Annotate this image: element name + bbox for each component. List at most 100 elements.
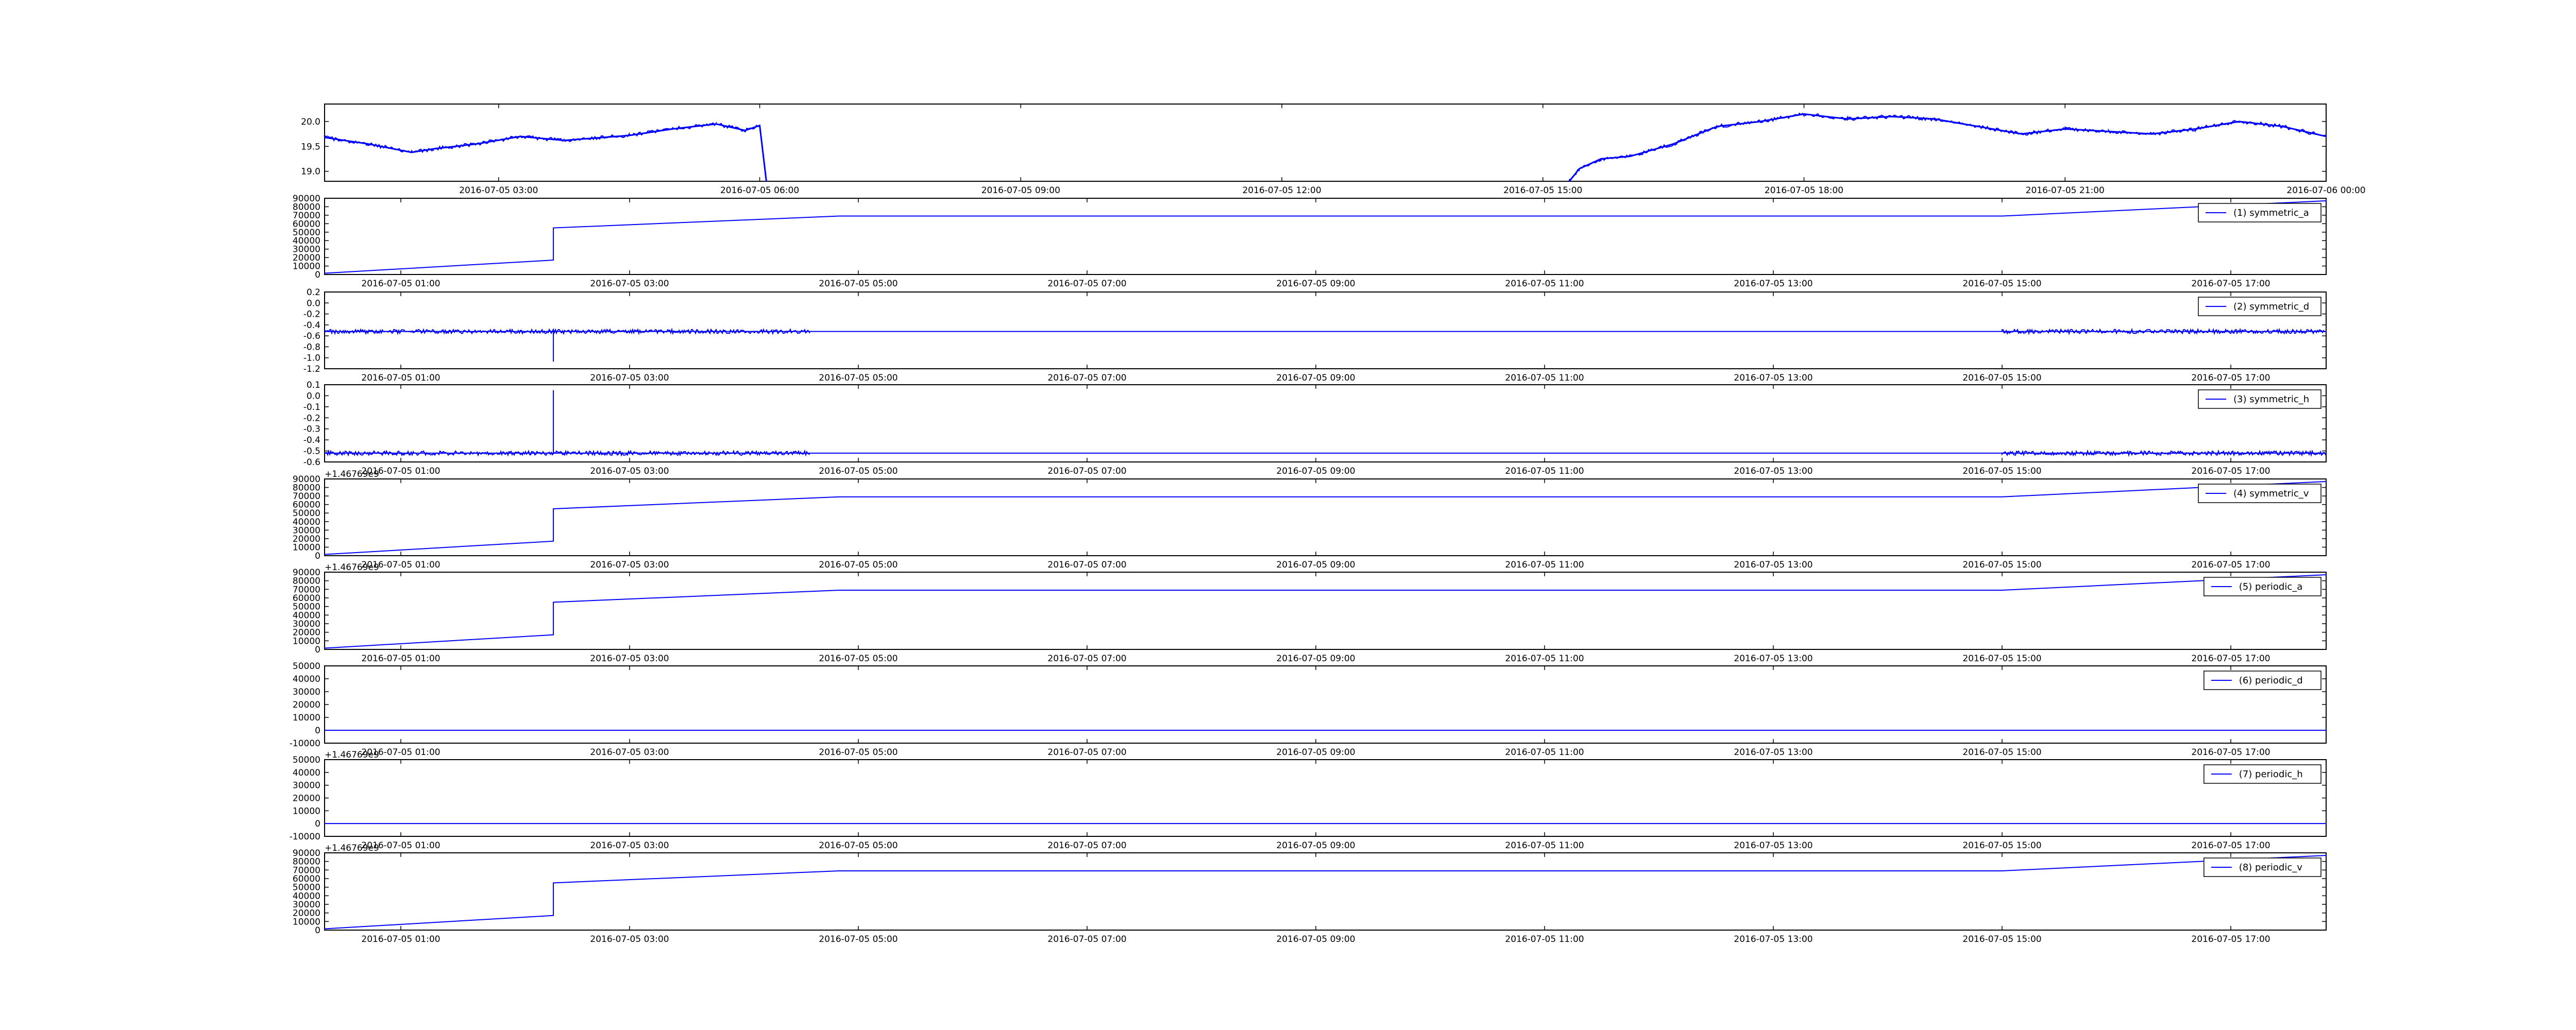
x-tick-label: 2016-07-05 06:00 — [720, 185, 799, 196]
x-tick-label: 2016-07-05 17:00 — [2191, 466, 2270, 476]
x-tick-label: 2016-07-05 07:00 — [1047, 279, 1126, 289]
x-tick-label: 2016-07-05 05:00 — [819, 654, 897, 664]
x-tick-label: 2016-07-05 09:00 — [1276, 373, 1355, 383]
x-tick-label: 2016-07-05 13:00 — [1734, 934, 1812, 945]
x-tick-label: 2016-07-05 03:00 — [590, 373, 669, 383]
axes-frame — [324, 665, 2327, 744]
x-tick-label: 2016-07-05 09:00 — [1276, 560, 1355, 570]
legend: (3) symmetric_h — [2198, 389, 2321, 409]
x-tick-label: 2016-07-05 05:00 — [819, 466, 897, 476]
x-tick-label: 2016-07-05 15:00 — [1962, 560, 2041, 570]
y-tick-label: 0 — [315, 819, 320, 829]
x-tick-label: 2016-07-05 03:00 — [590, 934, 669, 945]
x-tick-label: 2016-07-05 01:00 — [361, 373, 440, 383]
x-tick-label: 2016-07-05 09:00 — [1276, 279, 1355, 289]
x-tick-label: 2016-07-05 07:00 — [1047, 934, 1126, 945]
subplot-9: 0100002000030000400005000060000700008000… — [293, 843, 2327, 945]
x-tick-label: 2016-07-05 09:00 — [1276, 747, 1355, 758]
x-tick-label: 2016-07-05 15:00 — [1962, 934, 2041, 945]
x-tick-label: 2016-07-05 09:00 — [1276, 934, 1355, 945]
y-tick-label: 50000 — [293, 755, 320, 765]
x-tick-label: 2016-07-05 13:00 — [1734, 747, 1812, 758]
y-tick-label: 90000 — [293, 848, 320, 859]
y-tick-label: 20.0 — [301, 117, 320, 127]
legend: (7) periodic_h — [2204, 764, 2321, 784]
axes-frame — [324, 104, 2327, 182]
x-tick-label: 2016-07-05 07:00 — [1047, 466, 1126, 476]
x-tick-label: 2016-07-05 03:00 — [590, 560, 669, 570]
y-tick-label: 90000 — [293, 568, 320, 578]
x-tick-label: 2016-07-05 03:00 — [590, 466, 669, 476]
x-tick-label: 2016-07-05 15:00 — [1962, 279, 2041, 289]
y-tick-label: -0.6 — [303, 331, 320, 341]
axes-frame — [324, 478, 2327, 556]
x-tick-label: 2016-07-05 03:00 — [459, 185, 538, 196]
subplot-5: 0100002000030000400005000060000700008000… — [293, 469, 2327, 570]
x-tick-label: 2016-07-05 17:00 — [2191, 654, 2270, 664]
x-tick-label: 2016-07-05 13:00 — [1734, 654, 1812, 664]
y-tick-label: 19.0 — [301, 167, 320, 177]
x-tick-label: 2016-07-05 15:00 — [1962, 466, 2041, 476]
subplot-4: -0.6-0.5 -0.4-0.3-0.2-0.10.00.1 2016-07-05… — [303, 380, 2327, 476]
x-tick-label: 2016-07-05 18:00 — [1765, 185, 1843, 196]
x-tick-label: 2016-07-05 13:00 — [1734, 466, 1812, 476]
axis-offset-label: +1.46769e9 — [325, 750, 379, 760]
x-tick-label: 2016-07-05 15:00 — [1962, 840, 2041, 851]
legend-label: (2) symmetric_d — [2233, 301, 2309, 312]
y-tick-label: 0.1 — [307, 380, 320, 390]
legend-label: (5) periodic_a — [2239, 581, 2303, 592]
axes-frame — [324, 852, 2327, 931]
x-tick-label: 2016-07-05 15:00 — [1962, 747, 2041, 758]
subplot-8: -10000 0 10000 20000 30000 40000 50000 2016-07-… — [290, 750, 2327, 851]
y-tick-label: -0.8 — [303, 342, 320, 352]
y-tick-label: 19.5 — [301, 142, 320, 152]
x-tick-label: 2016-07-05 11:00 — [1505, 279, 1584, 289]
y-tick-label: 0.2 — [307, 287, 320, 298]
x-tick-label: 2016-07-05 05:00 — [819, 560, 897, 570]
subplot-1: 19.0 19.5 20.0 2016-07-05 03:00 2016-07-05 0… — [301, 104, 2366, 196]
x-tick-label: 2016-07-05 05:00 — [819, 279, 897, 289]
x-tick-label: 2016-07-05 03:00 — [590, 747, 669, 758]
legend: (6) periodic_d — [2204, 671, 2321, 690]
y-tick-label: -10000 — [290, 832, 320, 842]
y-tick-label: 20000 — [293, 794, 320, 804]
x-tick-label: 2016-07-05 15:00 — [1962, 373, 2041, 383]
x-tick-label: 2016-07-05 03:00 — [590, 654, 669, 664]
x-tick-label: 2016-07-05 09:00 — [1276, 654, 1355, 664]
axes-frame — [324, 759, 2327, 837]
x-tick-label: 2016-07-05 11:00 — [1505, 934, 1584, 945]
y-tick-label: 40000 — [293, 768, 320, 778]
x-tick-label: 2016-07-05 07:00 — [1047, 840, 1126, 851]
legend: (8) periodic_v — [2204, 857, 2321, 877]
subplot-6: 0100002000030000400005000060000700008000… — [293, 562, 2327, 664]
subplot-3: -1.2-1.0-0.8-0.6-0.4-0.2 0.00.2 2016-07-05… — [303, 287, 2327, 383]
x-tick-label: 2016-07-05 17:00 — [2191, 934, 2270, 945]
axes-frame — [324, 384, 2327, 462]
x-tick-label: 2016-07-05 07:00 — [1047, 373, 1126, 383]
x-tick-label: 2016-07-05 21:00 — [2026, 185, 2105, 196]
x-tick-label: 2016-07-05 01:00 — [361, 934, 440, 945]
x-tick-label: 2016-07-05 01:00 — [361, 654, 440, 664]
y-tick-label: -0.6 — [303, 457, 320, 468]
y-tick-label: 10000 — [293, 713, 320, 723]
x-tick-label: 2016-07-05 01:00 — [361, 279, 440, 289]
y-tick-label: 40000 — [293, 674, 320, 684]
x-tick-label: 2016-07-05 07:00 — [1047, 654, 1126, 664]
x-tick-label: 2016-07-05 17:00 — [2191, 840, 2270, 851]
y-tick-label: -1.0 — [303, 353, 320, 364]
y-tick-label: -0.2 — [303, 413, 320, 423]
y-tick-label: 0.0 — [307, 298, 320, 308]
y-tick-label: -0.4 — [303, 320, 320, 331]
y-tick-label: 10000 — [293, 806, 320, 816]
axis-offset-label: +1.46769e9 — [325, 562, 379, 573]
y-tick-label: 30000 — [293, 781, 320, 791]
subplot-7: -10000 0 10000 20000 30000 40000 50000 2016-07-… — [290, 661, 2327, 758]
y-tick-label: 50000 — [293, 661, 320, 672]
legend-label: (3) symmetric_h — [2233, 394, 2309, 405]
x-tick-label: 2016-07-05 15:00 — [1962, 654, 2041, 664]
x-tick-label: 2016-07-05 05:00 — [819, 747, 897, 758]
x-tick-label: 2016-07-05 05:00 — [819, 373, 897, 383]
x-tick-label: 2016-07-06 00:00 — [2286, 185, 2365, 196]
y-tick-label: 90000 — [293, 194, 320, 204]
y-tick-label: -0.1 — [303, 402, 320, 413]
